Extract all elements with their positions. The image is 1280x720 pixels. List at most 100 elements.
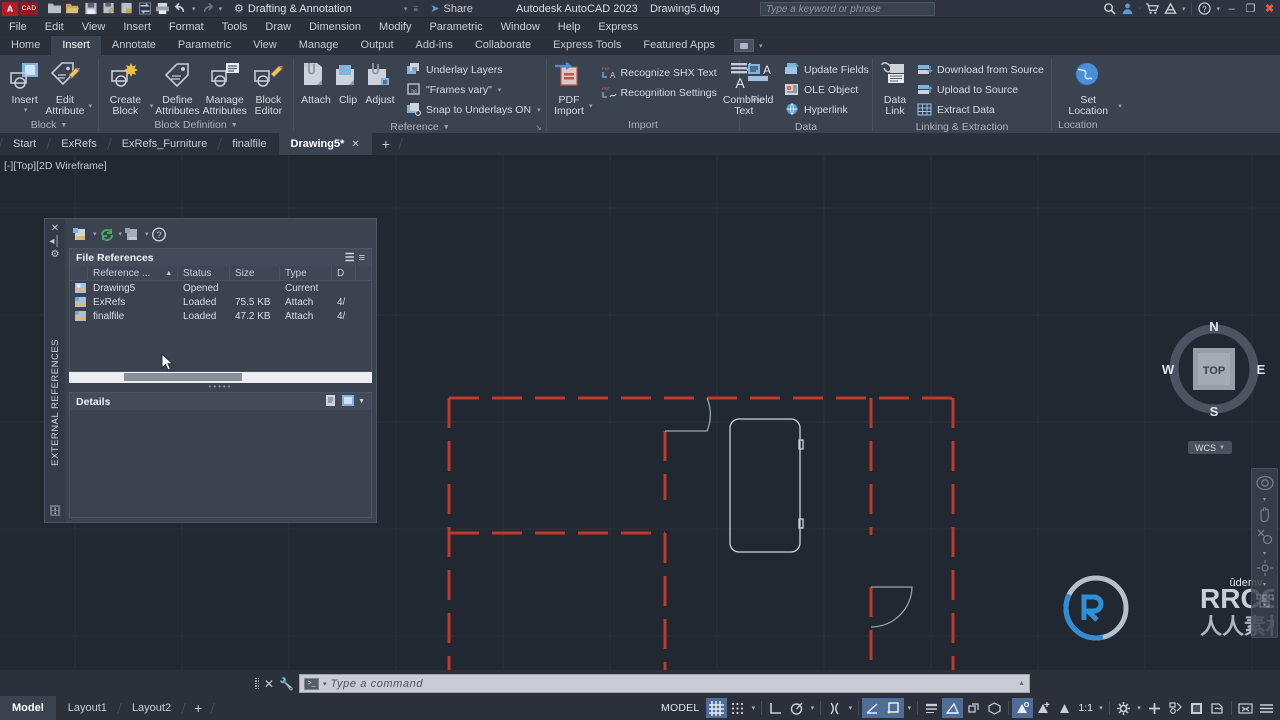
panel-title-block[interactable]: Block ▼ [0,118,98,133]
table-row[interactable]: Drawing5 Opened Current [70,281,371,295]
viewcube[interactable]: TOP N S E W [1160,317,1268,425]
layout-tab-layout2[interactable]: Layout2 [120,696,183,720]
underlay-layers-button[interactable]: Underlay Layers [404,60,543,80]
object-snap-toggle[interactable] [824,698,845,718]
help-caret-icon[interactable]: ▾ [1214,5,1222,13]
print-icon[interactable] [154,1,171,16]
hardware-acceleration-button[interactable] [1144,698,1165,718]
annotation-scale-icon-btn[interactable] [1054,698,1075,718]
ucs-dropdown[interactable]: WCS ▼ [1188,441,1232,454]
recognize-shx-text-button[interactable]: PDF A Recognize SHX Text [599,63,719,83]
column-status[interactable]: Status [178,265,230,281]
workspace-switching-button[interactable] [1113,698,1134,718]
tab-parametric[interactable]: Parametric [167,36,242,55]
selection-cycling-toggle[interactable] [963,698,984,718]
frames-vary-dropdown[interactable]: [x] "Frames vary" ▾ [404,80,543,100]
qat-overflow-icon[interactable]: ⩸ [413,4,418,14]
column-type[interactable]: Type [280,265,332,281]
model-space-button[interactable]: MODEL [654,702,706,714]
menu-format[interactable]: Format [160,18,213,36]
file-tab-start[interactable]: Start [1,133,48,155]
create-block-button[interactable]: Create Block [105,59,146,117]
menu-tools[interactable]: Tools [213,18,257,36]
auto-hide-icon[interactable]: ◂│ [49,235,60,248]
command-prompt-icon[interactable]: >_ [304,677,320,690]
clip-button[interactable]: Clip [334,59,362,106]
undo-icon[interactable] [172,1,189,16]
tab-view[interactable]: View [242,36,288,55]
annotation-visibility-toggle[interactable] [1012,698,1034,718]
restore-button[interactable]: ❐ [1242,1,1259,17]
ole-object-button[interactable]: OLE Object [782,80,871,100]
chevron-down-icon[interactable]: ▾ [498,86,502,94]
viewport-control-label[interactable]: [-][Top][2D Wireframe] [4,160,107,172]
recognition-settings-button[interactable]: PDF Recognition Settings [599,83,719,103]
help-icon[interactable]: ? [1196,1,1213,16]
define-attributes-button[interactable]: Define Attributes [155,59,200,117]
zoom-extents-icon[interactable] [1255,527,1275,547]
close-icon[interactable]: ✕ [351,139,359,150]
full-navigation-wheel-icon[interactable] [1255,473,1275,493]
object-snap-tracking-toggle[interactable] [862,698,884,718]
workspace-switcher[interactable]: ⚙ Drafting & Annotation ▾ ⩸ [230,1,422,17]
data-link-button[interactable]: Data Link [879,59,911,117]
preview-view-icon[interactable] [342,394,355,409]
external-references-palette[interactable]: ✕ ◂│ ⚙ EXTERNAL REFERENCES 🗄 ▾ ▾ ▾ ? Fil… [44,218,377,523]
ortho-mode-toggle[interactable] [765,698,786,718]
layout-tab-layout1[interactable]: Layout1 [56,696,119,720]
pdf-import-caret-icon[interactable]: ▾ [589,102,593,110]
edit-attribute-caret-icon[interactable]: ▾ [88,102,92,110]
autoscale-toggle[interactable] [1033,698,1054,718]
change-path-icon[interactable] [123,225,142,243]
column-size[interactable]: Size [230,265,280,281]
save-icon[interactable] [82,1,99,16]
adjust-button[interactable]: Adjust [364,59,396,106]
pan-icon[interactable] [1255,504,1275,524]
undo-dropdown-caret[interactable]: ▾ [190,5,198,13]
ribbon-minimize-caret-icon[interactable]: ▾ [757,42,765,50]
fullscreen-button[interactable] [1235,698,1256,718]
account-caret-icon[interactable]: · [1137,5,1143,12]
open-icon[interactable] [64,1,81,16]
chevron-down-icon[interactable]: ▾ [904,704,914,712]
panel-title-block-definition[interactable]: Block Definition ▼ [99,118,293,133]
menu-view[interactable]: View [73,18,115,36]
menu-draw[interactable]: Draw [256,18,300,36]
command-input[interactable]: >_ ▾ Type a command ▲ [299,674,1030,693]
table-row[interactable]: finalfile Loaded 47.2 KB Attach 4/ [70,309,371,323]
grid-display-toggle[interactable] [706,698,728,718]
customization-menu-button[interactable] [1256,698,1277,718]
layout-tab-model[interactable]: Model [0,696,56,720]
wrench-icon[interactable]: 🔧 [279,677,294,691]
new-tab-button[interactable]: + [372,133,400,155]
tab-featured-apps[interactable]: Featured Apps [632,36,726,55]
menu-edit[interactable]: Edit [36,18,73,36]
chevron-down-icon[interactable]: ▾ [748,704,758,712]
refresh-icon[interactable] [98,225,116,243]
insert-block-button[interactable]: Insert ▾ [6,59,43,114]
menu-file[interactable]: File [0,18,36,36]
snap-to-underlays-dropdown[interactable]: Snap to Underlays ON ▾ [404,100,543,120]
list-view-icon[interactable]: ☰ [345,251,355,264]
chevron-down-icon[interactable]: ▾ [323,680,327,688]
chevron-down-icon[interactable]: ▾ [404,5,408,13]
details-view-icon[interactable] [326,394,338,409]
tab-home[interactable]: Home [0,36,51,55]
tab-collaborate[interactable]: Collaborate [464,36,542,55]
chevron-down-icon[interactable]: ▾ [1263,581,1266,588]
transparency-toggle[interactable] [942,698,964,718]
minimize-button[interactable]: – [1223,1,1240,17]
chevron-down-icon[interactable]: ▾ [1134,704,1144,712]
showmotion-icon[interactable] [1255,589,1275,609]
tab-add-ins[interactable]: Add-ins [405,36,464,55]
plot-preview-icon[interactable] [118,1,135,16]
tab-manage[interactable]: Manage [288,36,350,55]
close-icon[interactable]: ✕ [51,222,59,235]
new-icon[interactable] [46,1,63,16]
file-tab-exrefs[interactable]: ExRefs [49,133,108,155]
edit-attribute-button[interactable]: Edit Attribute [45,59,84,117]
set-location-button[interactable]: Set Location [1062,59,1114,117]
tab-annotate[interactable]: Annotate [101,36,167,55]
redo-icon[interactable] [199,1,216,16]
menu-dimension[interactable]: Dimension [300,18,370,36]
